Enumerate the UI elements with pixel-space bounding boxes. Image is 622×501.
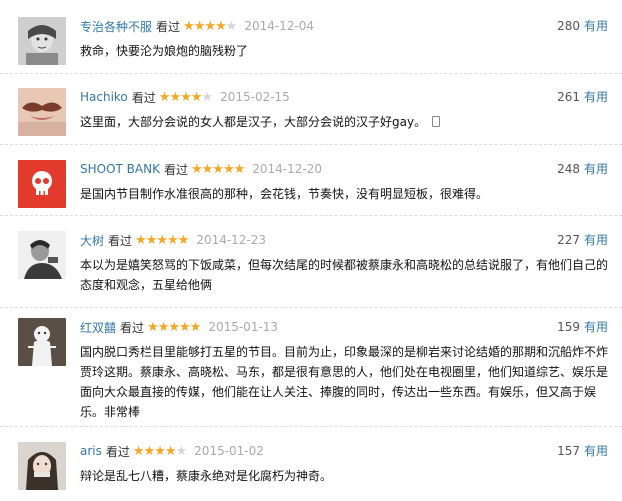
useful-button[interactable]: 有用 — [584, 17, 608, 35]
vote-count: 248 — [557, 162, 580, 176]
comment-date: 2015-02-15 — [220, 90, 290, 104]
star-filled-icon: ★ — [132, 443, 145, 459]
vote-count: 261 — [557, 90, 580, 104]
useful-button[interactable]: 有用 — [584, 318, 608, 336]
watched-label: 看过 — [156, 19, 181, 34]
comment-meta: aris 看过 ★ ★ ★ ★ ★ 2015-01-02 — [80, 442, 264, 460]
comment-item: aris 看过 ★ ★ ★ ★ ★ 2015-01-02 157 有用 辩论是乱七八糟，… — [0, 442, 622, 499]
username-link[interactable]: SHOOT BANK — [80, 162, 160, 176]
comment-item: 大树 看过 ★ ★ ★ ★ ★ 2014-12-23 227 有用 本以为是嬉笑怒骂的下… — [0, 231, 622, 308]
watched-label: 看过 — [131, 90, 156, 105]
comment-date: 2015-01-13 — [208, 320, 279, 334]
star-filled-icon: ★ — [179, 319, 191, 335]
star-empty-icon: ★ — [201, 89, 213, 105]
rating-stars: ★ ★ ★ ★ ★ — [158, 89, 213, 105]
star-filled-icon: ★ — [156, 232, 168, 248]
vote-count: 157 — [557, 444, 580, 458]
comment-meta: 大树 看过 ★ ★ ★ ★ ★ 2014-12-23 — [80, 231, 266, 249]
comment-item: 红双囍 看过 ★ ★ ★ ★ ★ 2015-01-13 159 有用 国内脱口秀栏目里能… — [0, 318, 622, 427]
star-filled-icon: ★ — [204, 18, 216, 34]
star-filled-icon: ★ — [143, 443, 156, 459]
watched-label: 看过 — [108, 233, 133, 248]
avatar[interactable] — [18, 160, 66, 208]
star-empty-icon: ★ — [175, 443, 188, 459]
username-link[interactable]: 红双囍 — [80, 319, 116, 336]
skull-avatar-icon — [18, 160, 66, 208]
vote-count: 227 — [557, 233, 580, 247]
comment-text: 本以为是嬉笑怒骂的下饭咸菜，但每次结尾的时候都被蔡康永和高晓松的总结说服了，有他… — [80, 258, 609, 292]
star-filled-icon: ★ — [201, 161, 214, 177]
star-filled-icon: ★ — [135, 232, 147, 248]
white-figure-avatar-icon — [18, 318, 66, 366]
rating-stars: ★ ★ ★ ★ ★ — [190, 161, 246, 177]
comment-date: 2015-01-02 — [194, 444, 264, 458]
star-filled-icon: ★ — [183, 18, 195, 34]
star-filled-icon: ★ — [167, 232, 179, 248]
star-filled-icon: ★ — [215, 18, 227, 34]
child-portrait-avatar-icon — [18, 17, 66, 65]
username-link[interactable]: Hachiko — [80, 90, 128, 104]
star-filled-icon: ★ — [222, 161, 235, 177]
comment-item: 专治各种不服 看过 ★ ★ ★ ★ ★ 2014-12-04 280 有用 救命，快要沦… — [0, 17, 622, 74]
star-filled-icon: ★ — [154, 443, 166, 459]
comment-text-content: 这里面，大部分会说的女人都是汉子，大部分会说的汉子好gay。 — [80, 115, 427, 129]
vote-count: 280 — [557, 19, 580, 33]
watched-label: 看过 — [105, 444, 130, 459]
star-filled-icon: ★ — [190, 161, 203, 177]
comment-meta: SHOOT BANK 看过 ★ ★ ★ ★ ★ 2014-12-20 — [80, 160, 322, 178]
star-filled-icon: ★ — [147, 319, 159, 335]
vote-count: 159 — [557, 320, 580, 334]
comment-text: 这里面，大部分会说的女人都是汉子，大部分会说的汉子好gay。 — [80, 112, 610, 132]
comment-meta: 专治各种不服 看过 ★ ★ ★ ★ ★ 2014-12-04 — [80, 17, 314, 35]
comment-date: 2014-12-20 — [252, 162, 323, 176]
useful-button[interactable]: 有用 — [584, 231, 608, 249]
useful-button[interactable]: 有用 — [584, 160, 608, 178]
watched-label: 看过 — [120, 320, 145, 335]
comment-text: 救命，快要沦为娘炮的脑残粉了 — [80, 44, 249, 58]
girl-portrait-avatar-icon — [18, 442, 66, 490]
username-link[interactable]: 专治各种不服 — [80, 18, 152, 35]
star-filled-icon: ★ — [157, 319, 170, 335]
rating-stars: ★ ★ ★ ★ ★ — [132, 443, 188, 459]
comment-item: Hachiko 看过 ★ ★ ★ ★ ★ 2015-02-15 261 有用 这里面，大… — [0, 88, 622, 145]
star-filled-icon: ★ — [168, 319, 180, 335]
mustache-lips-avatar-icon — [18, 88, 66, 136]
star-filled-icon: ★ — [233, 161, 246, 177]
avatar[interactable] — [18, 231, 66, 279]
rating-stars: ★ ★ ★ ★ ★ — [147, 319, 202, 335]
avatar[interactable] — [18, 318, 66, 366]
comment-item: SHOOT BANK 看过 ★ ★ ★ ★ ★ 2014-12-20 248 有用 是国… — [0, 160, 622, 216]
comment-meta: 红双囍 看过 ★ ★ ★ ★ ★ 2015-01-13 — [80, 318, 278, 336]
rating-stars: ★ ★ ★ ★ ★ — [183, 18, 238, 34]
username-link[interactable]: 大树 — [80, 232, 104, 249]
star-filled-icon: ★ — [189, 319, 202, 335]
star-filled-icon: ★ — [158, 89, 171, 105]
comment-date: 2014-12-04 — [244, 19, 315, 33]
avatar[interactable] — [18, 442, 66, 490]
star-filled-icon: ★ — [212, 161, 224, 177]
star-filled-icon: ★ — [180, 89, 192, 105]
star-filled-icon: ★ — [190, 89, 203, 105]
useful-button[interactable]: 有用 — [584, 442, 608, 460]
comment-date: 2014-12-23 — [196, 233, 267, 247]
star-filled-icon: ★ — [177, 232, 190, 248]
watched-label: 看过 — [163, 162, 188, 177]
star-filled-icon: ★ — [164, 443, 177, 459]
rating-stars: ★ ★ ★ ★ ★ — [135, 232, 190, 248]
comment-text: 辩论是乱七八糟，蔡康永绝对是化腐朽为神奇。 — [80, 469, 333, 483]
star-filled-icon: ★ — [193, 18, 206, 34]
star-empty-icon: ★ — [225, 18, 238, 34]
comment-text: 国内脱口秀栏目里能够打五星的节目。目前为止，印象最深的是柳岩来讨论结婚的那期和沉… — [80, 345, 609, 419]
comment-meta: Hachiko 看过 ★ ★ ★ ★ ★ 2015-02-15 — [80, 88, 290, 106]
useful-button[interactable]: 有用 — [584, 88, 608, 106]
star-filled-icon: ★ — [145, 232, 158, 248]
comment-text: 是国内节目制作水准很高的那种，会花钱，节奏快，没有明显短板，很难得。 — [80, 187, 489, 201]
avatar[interactable] — [18, 17, 66, 65]
star-filled-icon: ★ — [169, 89, 181, 105]
username-link[interactable]: aris — [80, 444, 102, 458]
avatar[interactable] — [18, 88, 66, 136]
bw-portrait-avatar-icon — [18, 231, 66, 279]
mobile-phone-icon — [432, 116, 441, 127]
